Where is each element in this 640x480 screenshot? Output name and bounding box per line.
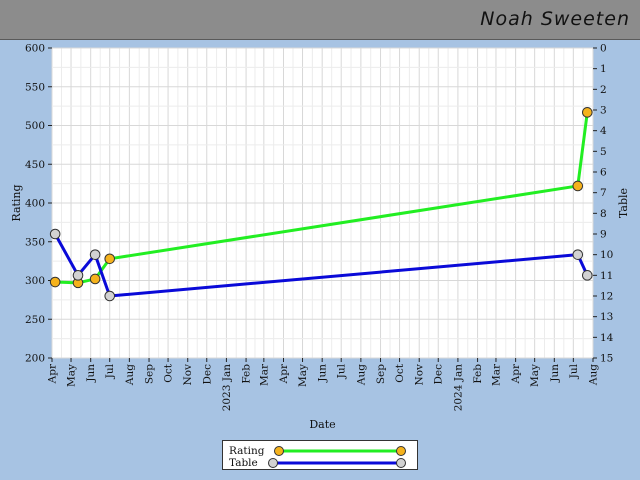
y-right-axis-title: Table <box>617 188 630 218</box>
x-tick-label: Feb <box>241 364 253 384</box>
data-point-table <box>572 249 584 260</box>
legend-swatch-rating-marker-left <box>274 446 284 456</box>
chart-frame: Noah Sweeten 200 250 300 350 400 450 500 550 600… <box>0 0 640 480</box>
y-right-tick-label: 3 <box>600 105 607 117</box>
x-tick-label: Nov <box>414 364 426 386</box>
y-right-tick-label: 7 <box>600 187 607 199</box>
legend-swatches <box>268 446 406 468</box>
y-right-tick-label: 4 <box>600 125 607 137</box>
y-right-tick-label: 11 <box>600 270 613 282</box>
data-point-rating <box>49 276 61 288</box>
x-tick-label: 2024 Jan <box>452 364 464 412</box>
x-tick-label: Jul <box>104 363 116 379</box>
data-point-rating <box>89 273 101 285</box>
x-tick-label: Jun <box>85 364 97 383</box>
data-point-table <box>89 249 101 260</box>
x-tick-label: May <box>529 364 541 387</box>
x-tick-label: Jun <box>317 364 329 383</box>
x-tick-label: Apr <box>510 363 522 384</box>
y-right-tick-label: 5 <box>600 146 607 158</box>
y-left-tick-label: 500 <box>25 120 45 132</box>
data-point-rating <box>104 253 116 265</box>
x-tick-label: Aug <box>355 364 367 386</box>
x-tick-label: Sep <box>375 364 387 384</box>
y-right-tick-label: 14 <box>600 332 614 344</box>
x-tick-label: Jul <box>336 363 348 379</box>
data-point-table <box>104 290 116 302</box>
data-point-table <box>49 228 61 240</box>
legend-swatch-rating-marker-right <box>396 446 406 456</box>
y-left-tick-label: 400 <box>25 198 45 210</box>
y-right-tick-label: 2 <box>600 84 607 96</box>
data-point-table <box>581 270 593 281</box>
x-tick-label: Mar <box>490 363 502 386</box>
y-left-tick-label: 450 <box>25 159 45 171</box>
x-axis-title: Date <box>309 418 335 431</box>
y-right-tick-label: 8 <box>600 208 607 220</box>
x-tick-label: 2023 Jan <box>221 364 233 412</box>
x-tick-label: Apr <box>47 363 59 384</box>
x-tick-label: Jun <box>549 364 561 383</box>
x-tick-label: Oct <box>394 363 406 382</box>
data-point-rating <box>581 107 593 118</box>
y-left-tick-label: 200 <box>25 353 45 365</box>
y-left-tick-label: 300 <box>25 275 45 287</box>
y-left-tick-label: 600 <box>25 43 45 55</box>
y-left-tick-label: 250 <box>25 314 45 326</box>
rating-table-chart: 200250300350400450500550600 0123456789101… <box>10 43 630 432</box>
x-tick-label: May <box>66 364 78 387</box>
y-right-tick-label: 9 <box>600 229 607 241</box>
data-point-rating <box>572 180 584 192</box>
x-tick-label: Nov <box>182 364 194 386</box>
y-right-tick-label: 15 <box>600 353 613 365</box>
y-left-tick-label: 350 <box>25 236 45 248</box>
data-point-table <box>72 270 84 281</box>
legend-swatch-table-marker-right <box>396 458 406 468</box>
x-tick-label: Mar <box>258 363 270 386</box>
legend-swatch-table-marker-left <box>268 458 278 468</box>
x-tick-label: Feb <box>472 364 484 384</box>
y-left-tick-label: 550 <box>25 81 45 93</box>
x-tick-label: Aug <box>588 364 600 386</box>
x-tick-label: May <box>297 364 309 387</box>
x-tick-label: Dec <box>201 364 213 385</box>
y-left-axis-title: Rating <box>10 184 23 221</box>
x-tick-label: Apr <box>278 363 290 384</box>
y-right-tick-label: 13 <box>600 311 613 323</box>
y-right-tick-label: 10 <box>600 249 613 261</box>
y-right-tick-label: 1 <box>600 63 607 75</box>
x-tick-label: Sep <box>144 364 156 384</box>
x-tick-label: Jul <box>568 363 580 379</box>
x-tick-label: Aug <box>124 364 136 386</box>
x-tick-label: Oct <box>163 363 175 382</box>
x-tick-label: Dec <box>433 364 445 385</box>
y-right-tick-label: 6 <box>600 167 607 179</box>
y-right-tick-label: 0 <box>600 43 607 55</box>
y-right-tick-label: 12 <box>600 291 613 303</box>
legend: Rating Table <box>222 440 418 470</box>
